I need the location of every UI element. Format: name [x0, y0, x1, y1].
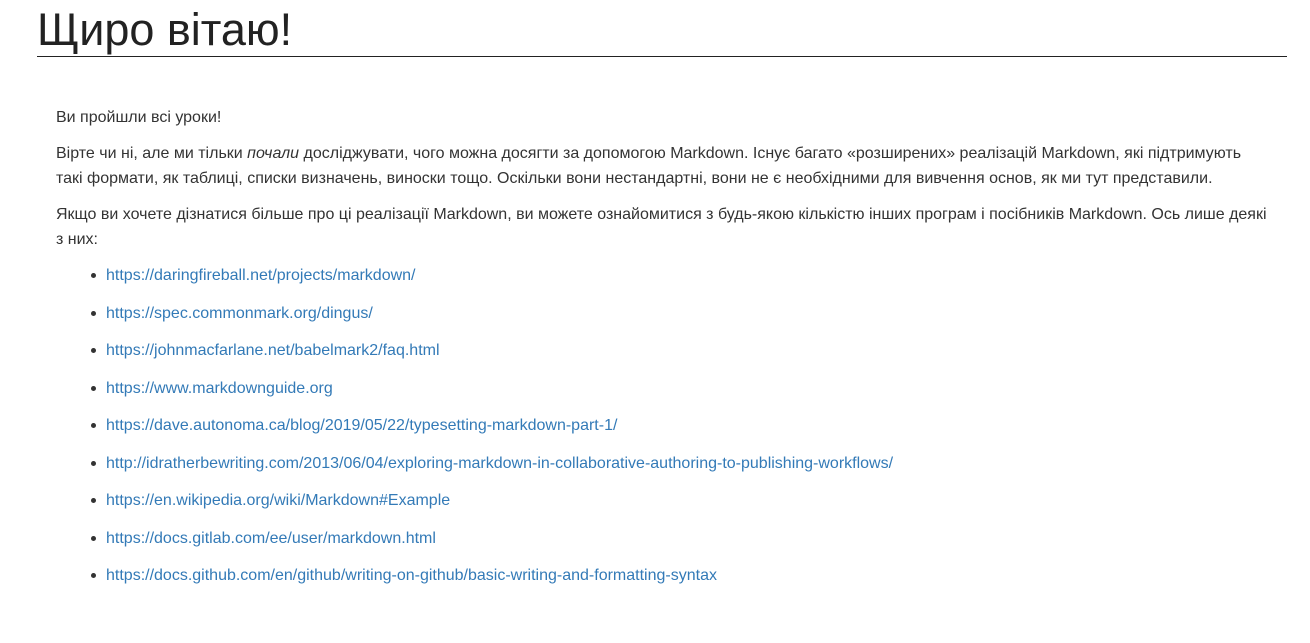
resource-link[interactable]: https://daringfireball.net/projects/mark… — [106, 267, 415, 284]
bullet-icon — [91, 498, 96, 503]
intro-emphasis: почали — [247, 145, 300, 162]
resource-link[interactable]: https://www.markdownguide.org — [106, 380, 333, 397]
resource-link[interactable]: https://docs.github.com/en/github/writin… — [106, 567, 717, 584]
list-item: https://docs.github.com/en/github/writin… — [91, 563, 1271, 601]
intro-text-start: Вірте чи ні, але ми тільки — [56, 145, 248, 162]
list-item: https://spec.commonmark.org/dingus/ — [91, 301, 1271, 339]
bullet-icon — [91, 573, 96, 578]
resources-paragraph: Якщо ви хочете дізнатися більше про ці р… — [56, 206, 1267, 248]
lesson-content: Ви пройшли всі уроки! Вірте чи ні, але м… — [56, 105, 1271, 601]
list-item: https://en.wikipedia.org/wiki/Markdown#E… — [91, 488, 1271, 526]
bullet-icon — [91, 460, 96, 466]
list-item: https://www.markdownguide.org — [91, 376, 1271, 414]
bullet-icon — [91, 423, 96, 428]
resource-link-list: https://daringfireball.net/projects/mark… — [56, 263, 1271, 601]
list-item: https://daringfireball.net/projects/mark… — [91, 263, 1271, 301]
list-item: https://johnmacfarlane.net/babelmark2/fa… — [91, 338, 1271, 376]
resource-link[interactable]: https://docs.gitlab.com/ee/user/markdown… — [106, 530, 436, 547]
bullet-icon — [91, 273, 96, 278]
list-item: https://dave.autonoma.ca/blog/2019/05/22… — [91, 413, 1271, 451]
list-item: http://idratherbewriting.com/2013/06/04/… — [91, 451, 1271, 489]
intro-paragraph: Вірте чи ні, але ми тільки почали дослід… — [56, 141, 1271, 191]
resource-link[interactable]: https://dave.autonoma.ca/blog/2019/05/22… — [106, 417, 617, 434]
resource-link[interactable]: http://idratherbewriting.com/2013/06/04/… — [106, 455, 893, 472]
bullet-icon — [91, 385, 96, 391]
resource-link[interactable]: https://en.wikipedia.org/wiki/Markdown#E… — [106, 492, 450, 509]
bullet-icon — [91, 535, 96, 541]
list-item: https://docs.gitlab.com/ee/user/markdown… — [91, 526, 1271, 564]
page-title: Щиро вітаю! — [37, 4, 1287, 57]
bullet-icon — [91, 348, 96, 353]
resource-link[interactable]: https://johnmacfarlane.net/babelmark2/fa… — [106, 342, 440, 359]
completion-paragraph: Ви пройшли всі уроки! — [56, 109, 222, 126]
resource-link[interactable]: https://spec.commonmark.org/dingus/ — [106, 305, 373, 322]
bullet-icon — [91, 310, 96, 316]
